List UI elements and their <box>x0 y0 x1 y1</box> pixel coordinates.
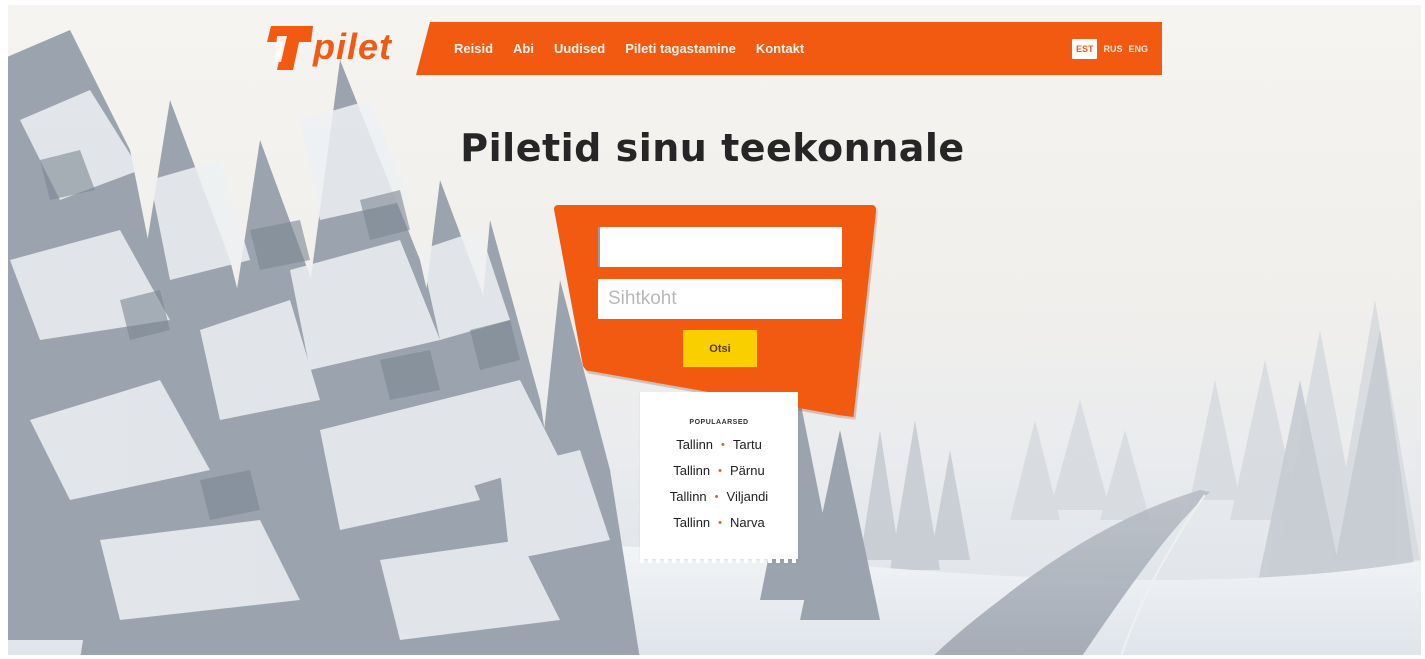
route-from: Tallinn <box>673 515 711 530</box>
route-to: Pärnu <box>730 463 765 478</box>
lang-eng-button[interactable]: ENG <box>1128 44 1148 54</box>
lang-est-button[interactable]: EST <box>1071 38 1098 59</box>
popular-route-item[interactable]: Tallinn • Narva <box>640 515 798 530</box>
route-to: Tartu <box>732 437 762 452</box>
nav-item-kontakt[interactable]: Kontakt <box>756 41 804 56</box>
nav-item-pileti-tagastamine[interactable]: Pileti tagastamine <box>625 41 736 56</box>
popular-route-item[interactable]: Tallinn • Tartu <box>640 437 798 452</box>
popular-route-item[interactable]: Tallinn • Viljandi <box>640 489 798 504</box>
route-separator: • <box>714 490 719 503</box>
logo-wordmark: pilet <box>313 26 393 67</box>
search-button[interactable]: Otsi <box>683 330 757 367</box>
route-from: Tallinn <box>673 463 711 478</box>
destination-input[interactable] <box>598 279 842 319</box>
route-to: Viljandi <box>726 489 769 504</box>
hero-title: Piletid sinu teekonnale <box>460 126 965 170</box>
route-from: Tallinn <box>676 437 714 452</box>
popular-routes-panel: POPULAARSED Tallinn • Tartu Tallinn • Pä… <box>640 392 798 563</box>
nav-menu: Reisid Abi Uudised Pileti tagastamine Ko… <box>454 22 804 75</box>
route-separator: • <box>718 516 723 529</box>
nav-item-abi[interactable]: Abi <box>513 41 534 56</box>
route-to: Narva <box>730 515 765 530</box>
lang-rus-button[interactable]: RUS <box>1103 44 1122 54</box>
language-switcher: EST RUS ENG <box>1071 22 1148 75</box>
route-separator: • <box>718 464 722 477</box>
ticket-logo-icon <box>267 26 313 70</box>
route-separator: • <box>721 438 725 451</box>
site-logo[interactable]: pilet <box>263 22 423 74</box>
popular-routes-title: POPULAARSED <box>689 419 749 426</box>
nav-item-reisid[interactable]: Reisid <box>454 41 493 56</box>
main-navigation: Reisid Abi Uudised Pileti tagastamine Ko… <box>416 22 1162 75</box>
route-from: Tallinn <box>669 489 707 504</box>
nav-item-uudised[interactable]: Uudised <box>554 41 605 56</box>
popular-route-item[interactable]: Tallinn • Pärnu <box>640 463 798 478</box>
origin-input[interactable] <box>598 227 842 267</box>
